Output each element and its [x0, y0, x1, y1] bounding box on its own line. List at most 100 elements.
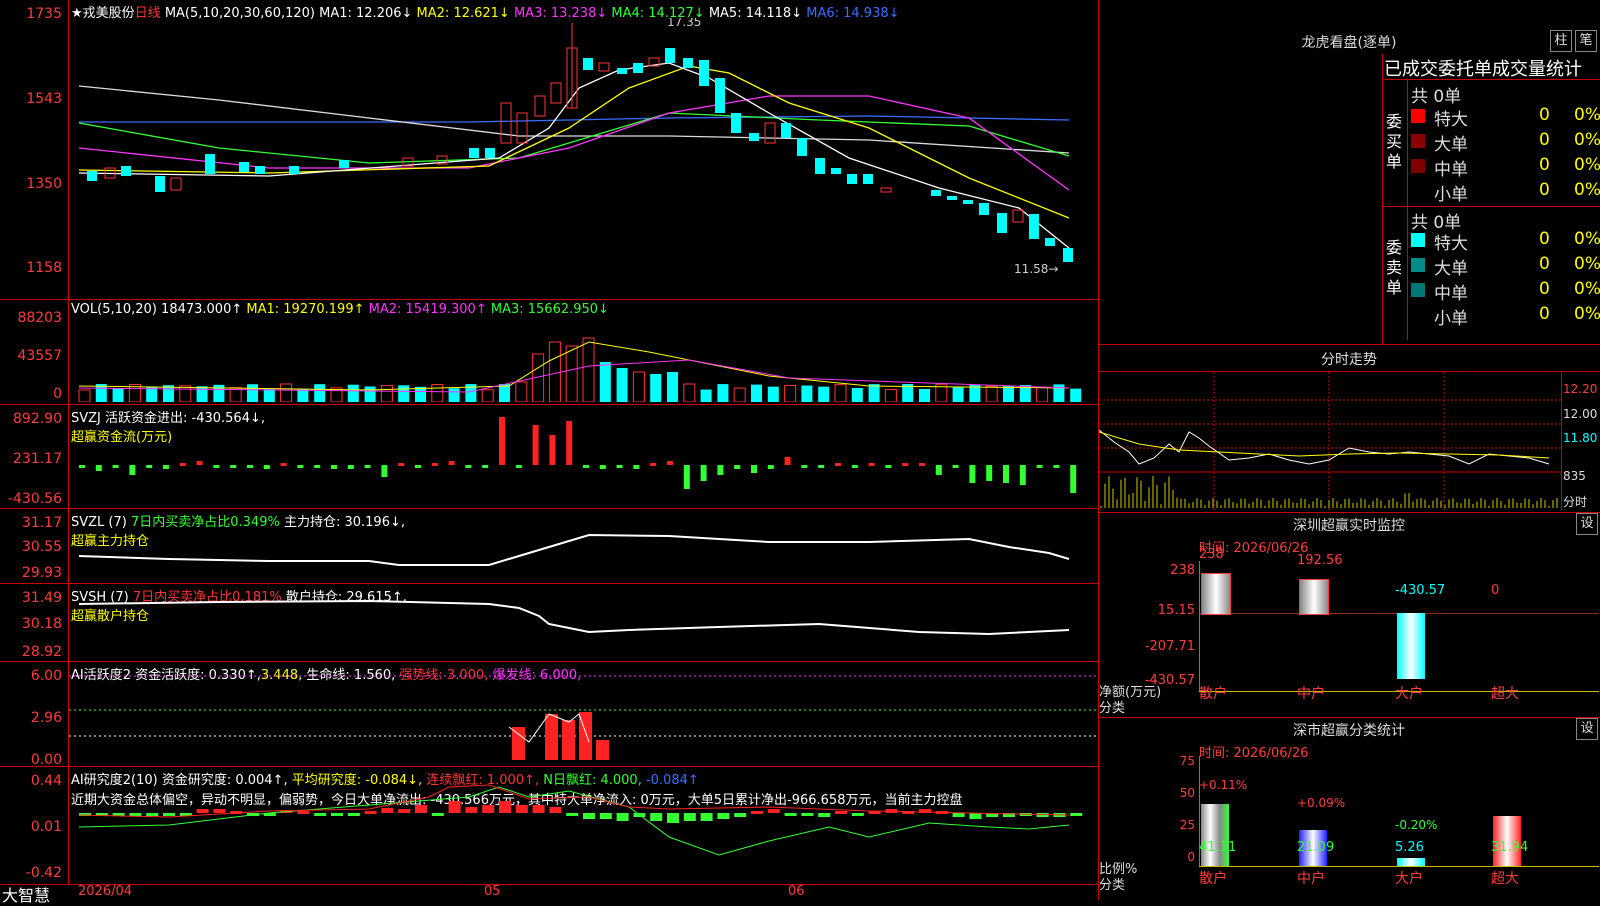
date-label: 2026/04: [78, 884, 133, 899]
ai1-axis-1: 2.96: [30, 710, 62, 726]
sell-pct: 0%: [1574, 304, 1600, 324]
sz-stats-title: 深市超赢分类统计: [1293, 723, 1405, 739]
sz_stats-cat: 大户: [1395, 871, 1423, 887]
sell-swatch: [1411, 258, 1425, 272]
sz_monitor-value: -430.57: [1395, 583, 1446, 598]
ai2-axis-2: -0.42: [25, 865, 62, 881]
buy-pct: 0%: [1574, 105, 1600, 125]
vol-axis-2: 0: [53, 386, 62, 402]
sell-name: 小单: [1434, 309, 1468, 329]
svzj-axis-1: 231.17: [13, 451, 62, 467]
svzl-axis-2: 29.93: [21, 565, 62, 581]
sz_stats-value: 21.09: [1297, 840, 1335, 855]
svzj-pane[interactable]: SVZJ 活跃资金进出: -430.564↓, 超赢资金流(万元) 892.90 …: [0, 405, 1098, 509]
buy-value: 0: [1539, 155, 1550, 175]
candles: [87, 23, 1073, 262]
dragon-panel: 龙虎看盘(逐单) 柱 笔 已成交委托单成交量统计 委买单 委卖单 共 0单 特大…: [1099, 0, 1600, 345]
buy-swatch: [1411, 184, 1425, 198]
dragon-title: 龙虎看盘(逐单): [1301, 35, 1397, 51]
dragon-tabs[interactable]: 已成交委托单成交量统计: [1384, 55, 1582, 81]
sz_stats-pct: +0.09%: [1297, 796, 1346, 810]
buy-side-label: 委买单: [1386, 112, 1403, 171]
svzl-axis-0: 31.17: [21, 515, 62, 531]
intraday-panel[interactable]: 分时走势 12.20 12.00 11.80 835 分时: [1099, 345, 1600, 513]
sell-name: 大单: [1434, 259, 1468, 279]
buy-swatch: [1411, 134, 1425, 148]
svzl-chart: [78, 533, 1070, 566]
sell-name: 中单: [1434, 284, 1468, 304]
sell-value: 0: [1539, 304, 1550, 324]
szm-xlabel: 分类: [1099, 701, 1126, 716]
sz_stats-cat: 超大: [1491, 871, 1519, 887]
buy-swatch: [1411, 109, 1425, 123]
sell-value: 0: [1539, 229, 1550, 249]
price-chart[interactable]: 17.35 11.58→: [69, 18, 1097, 278]
sell-value: 0: [1539, 254, 1550, 274]
szs-xlabel: 分类: [1099, 878, 1126, 893]
brand-label: 大智慧: [2, 886, 51, 905]
sell-swatch: [1411, 283, 1425, 297]
month-06-label: 06: [788, 884, 805, 899]
ai2-axis-1: 0.01: [30, 819, 62, 835]
svsh-axis-2: 28.92: [21, 644, 62, 660]
volume-chart: [78, 337, 1082, 402]
buy-value: 0: [1539, 180, 1550, 200]
sz_stats-cat: 中户: [1297, 871, 1325, 887]
svzl-pane[interactable]: SVZL (7) 7日内买卖净占比0.349% 主力持仓: 30.196↓, 超赢…: [0, 509, 1098, 584]
intraday-axis-0: 12.20: [1563, 382, 1598, 396]
buy-value: 0: [1539, 130, 1550, 150]
ma6-line: [79, 115, 1070, 123]
szm-axis-1: 15.15: [1157, 603, 1195, 618]
volume-pane[interactable]: VOL(5,10,20) 18473.000↑ MA1: 19270.199↑ …: [0, 300, 1098, 405]
buy-name: 小单: [1434, 185, 1468, 205]
sell-pct: 0%: [1574, 254, 1600, 274]
price-axis-1: 1543: [26, 91, 62, 107]
intraday-title: 分时走势: [1321, 352, 1377, 368]
sz_monitor-cat: 超大: [1491, 686, 1519, 702]
ma1-line: [78, 62, 1070, 249]
sell-value: 0: [1539, 279, 1550, 299]
sz-stats-panel[interactable]: 深市超赢分类统计 设 时间: 2026/06/26 75 50 25 0 比例%…: [1099, 718, 1600, 900]
sz_stats-value: 31.94: [1491, 840, 1529, 855]
sell-side-label: 委卖单: [1386, 238, 1403, 297]
vol-axis-0: 88203: [17, 310, 62, 326]
buy-pct: 0%: [1574, 180, 1600, 200]
sz_monitor-value: 238: [1199, 547, 1224, 562]
buy-value: 0: [1539, 105, 1550, 125]
intraday-axis-1: 12.00: [1563, 407, 1598, 421]
szs-axis-3: 0: [1187, 850, 1195, 864]
svzl-axis-1: 30.55: [21, 539, 62, 555]
ai1-axis-2: 0.00: [30, 752, 62, 768]
high-label: 17.35: [667, 18, 701, 29]
buy-total: 共 0单: [1411, 87, 1462, 107]
price-axis-0: 1735: [26, 6, 62, 22]
buy-pct: 0%: [1574, 155, 1600, 175]
sz-stats-time: 时间: 2026/06/26: [1199, 746, 1309, 761]
bar-button[interactable]: 柱: [1550, 30, 1572, 52]
ai1-chart: [69, 675, 1097, 760]
szs-axis-1: 50: [1179, 786, 1195, 800]
sz-monitor-settings-button[interactable]: 设: [1576, 513, 1598, 535]
intraday-axis-4: 分时: [1563, 495, 1588, 509]
buy-name: 特大: [1434, 110, 1468, 130]
szs-axis-2: 25: [1179, 818, 1195, 832]
pen-button[interactable]: 笔: [1575, 30, 1597, 52]
vol-axis-1: 43557: [17, 348, 62, 364]
intraday-axis-2: 11.80: [1563, 431, 1598, 445]
sz_monitor-cat: 大户: [1395, 686, 1423, 702]
svsh-chart: [78, 599, 1070, 636]
price-pane[interactable]: ★戎美股份日线 MA(5,10,20,30,60,120) MA1: 12.20…: [0, 0, 1098, 300]
svsh-pane[interactable]: SVSH (7) 7日内买卖净占比0.181% 散户持仓: 29.615↑, 超赢…: [0, 584, 1098, 662]
ai-activity-pane[interactable]: AI活跃度2 资金活跃度: 0.330↑,3.448, 生命线: 1.560, …: [0, 662, 1098, 768]
buy-name: 中单: [1434, 160, 1468, 180]
ai2-axis-0: 0.44: [30, 773, 62, 789]
sz-monitor-panel[interactable]: 深圳超赢实时监控 设 时间: 2026/06/26 238 15.15 -207…: [1099, 513, 1600, 718]
price-axis-2: 1350: [26, 176, 62, 192]
sell-pct: 0%: [1574, 279, 1600, 299]
ai-research-pane[interactable]: AI研究度2(10) 资金研究度: 0.004↑, 平均研究度: -0.084↓…: [0, 767, 1098, 885]
szs-axis-0: 75: [1179, 754, 1195, 768]
sz-monitor-title: 深圳超赢实时监控: [1293, 518, 1405, 534]
sz-stats-settings-button[interactable]: 设: [1576, 718, 1598, 740]
intraday-chart: [1099, 372, 1561, 510]
ai2-chart: [78, 784, 1083, 856]
